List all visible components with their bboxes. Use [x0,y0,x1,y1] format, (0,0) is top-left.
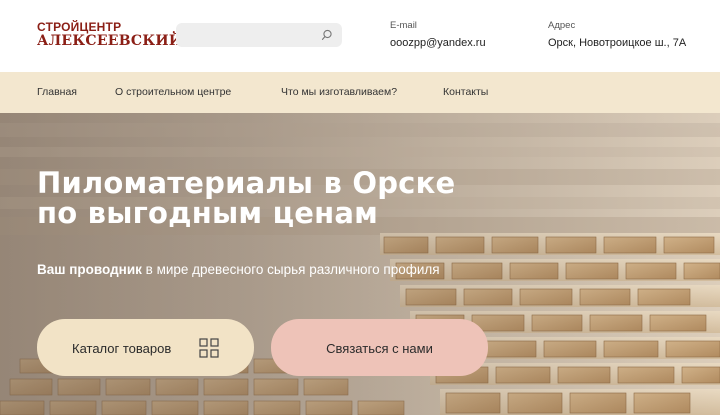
nav-item-products[interactable]: Что мы изготавливаем? [281,86,397,98]
address-contact: Адрес Орск, Новотроицкое ш., 7А [548,20,686,49]
search-box [176,23,342,47]
address-value: Орск, Новотроицкое ш., 7А [548,37,687,49]
site-header: СТРОЙЦЕНТР АЛЕКСЕЕВСКИЙ E-mail ooozpp@ya… [0,0,720,72]
catalog-button[interactable]: Каталог товаров [37,319,254,376]
logo[interactable]: СТРОЙЦЕНТР АЛЕКСЕЕВСКИЙ [37,21,182,48]
hero-title: Пиломатериалы в Орске по выгодным ценам [37,168,455,228]
email-contact: E-mail ooozpp@yandex.ru [390,20,486,49]
nav-item-contacts[interactable]: Контакты [443,86,488,98]
email-label: E-mail [390,20,417,31]
search-input[interactable] [184,26,318,46]
grid-icon [199,338,219,358]
address-label: Адрес [548,20,576,31]
logo-top-text: СТРОЙЦЕНТР [37,20,122,34]
catalog-button-label: Каталог товаров [72,341,172,356]
logo-bottom-text: АЛЕКСЕЕВСКИЙ [37,33,183,49]
hero-title-line1: Пиломатериалы в Орске [37,166,456,200]
nav-item-about[interactable]: О строительном центре [115,86,231,98]
contact-us-button-label: Связаться с нами [326,341,433,356]
search-icon[interactable] [321,29,333,41]
hero-subtitle-rest: в мире древесного сырья различного профи… [141,262,440,277]
contact-us-button[interactable]: Связаться с нами [271,319,488,376]
hero-title-line2: по выгодным ценам [37,196,379,230]
hero-subtitle-bold: Ваш проводник [37,262,142,277]
nav-item-home[interactable]: Главная [37,86,77,98]
main-nav: Главная О строительном центре Что мы изг… [0,72,720,113]
email-value[interactable]: ooozpp@yandex.ru [390,37,486,49]
hero-subtitle: Ваш проводник в мире древесного сырья ра… [37,262,440,277]
